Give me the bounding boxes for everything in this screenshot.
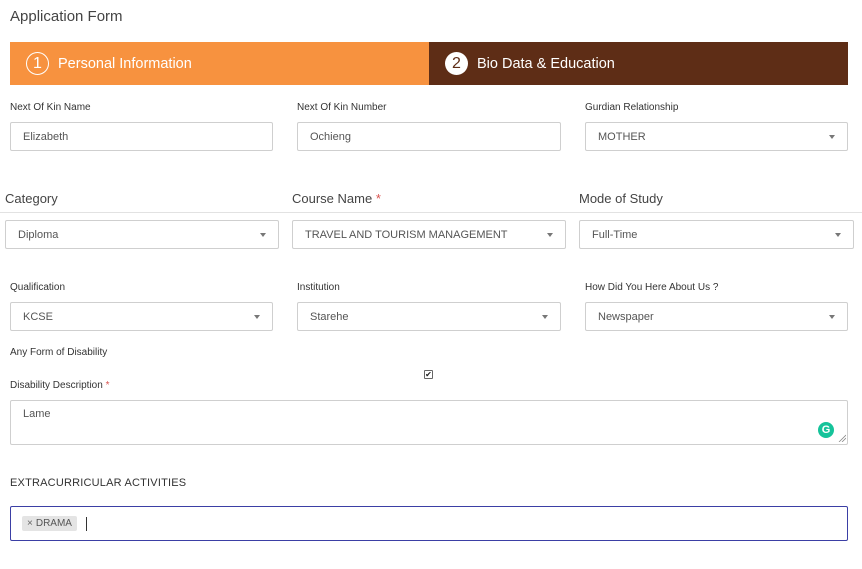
form-title: Application Form — [10, 8, 123, 25]
category-label: Category — [5, 191, 58, 206]
guardian-relationship-select[interactable]: MOTHER — [585, 122, 848, 151]
qualification-label: Qualification — [10, 282, 66, 293]
required-marker: * — [105, 380, 110, 391]
step-bio-data-education[interactable]: 2 Bio Data & Education — [429, 42, 848, 85]
step-2-number: 2 — [445, 52, 468, 75]
tag-label: DRAMA — [35, 518, 72, 529]
referral-source-label: How Did You Here About Us ? — [585, 282, 719, 293]
text-cursor — [85, 516, 87, 531]
extracurricular-section-title: EXTRACURRICULAR ACTIVITIES — [10, 477, 187, 489]
course-name-label-text: Course Name — [292, 191, 373, 206]
wizard-steps: 1 Personal Information 2 Bio Data & Educ… — [10, 42, 848, 85]
guardian-relationship-label: Gurdian Relationship — [585, 102, 679, 113]
disability-label: Any Form of Disability — [10, 347, 108, 358]
qualification-select[interactable]: KCSE — [10, 302, 273, 331]
next-of-kin-number-input[interactable]: Ochieng — [297, 122, 561, 151]
referral-source-select[interactable]: Newspaper — [585, 302, 848, 331]
institution-label: Institution — [297, 282, 340, 293]
section-divider — [0, 212, 862, 213]
extracurricular-tags-input[interactable]: × DRAMA — [10, 506, 848, 541]
tag-remove-icon[interactable]: × — [27, 518, 33, 529]
resize-handle-icon[interactable] — [838, 434, 846, 442]
next-of-kin-number-label: Next Of Kin Number — [297, 102, 387, 113]
disability-description-label: Disability Description * — [10, 380, 110, 391]
grammarly-icon[interactable]: G — [818, 422, 834, 438]
step-1-label: Personal Information — [58, 55, 192, 72]
mode-of-study-label: Mode of Study — [579, 191, 663, 206]
next-of-kin-name-input[interactable]: Elizabeth — [10, 122, 273, 151]
next-of-kin-name-label: Next Of Kin Name — [10, 102, 91, 113]
institution-select[interactable]: Starehe — [297, 302, 561, 331]
step-personal-information[interactable]: 1 Personal Information — [10, 42, 429, 85]
required-marker: * — [375, 191, 381, 206]
step-1-number: 1 — [26, 52, 49, 75]
course-name-select[interactable]: TRAVEL AND TOURISM MANAGEMENT — [292, 220, 566, 249]
step-2-label: Bio Data & Education — [477, 55, 615, 72]
disability-description-label-text: Disability Description — [10, 380, 103, 391]
disability-description-textarea[interactable]: Lame — [10, 400, 848, 445]
category-select[interactable]: Diploma — [5, 220, 279, 249]
mode-of-study-select[interactable]: Full-Time — [579, 220, 854, 249]
tag-chip: × DRAMA — [22, 516, 77, 531]
disability-checkbox[interactable]: ✔ — [424, 370, 433, 379]
course-name-label: Course Name * — [292, 191, 381, 206]
